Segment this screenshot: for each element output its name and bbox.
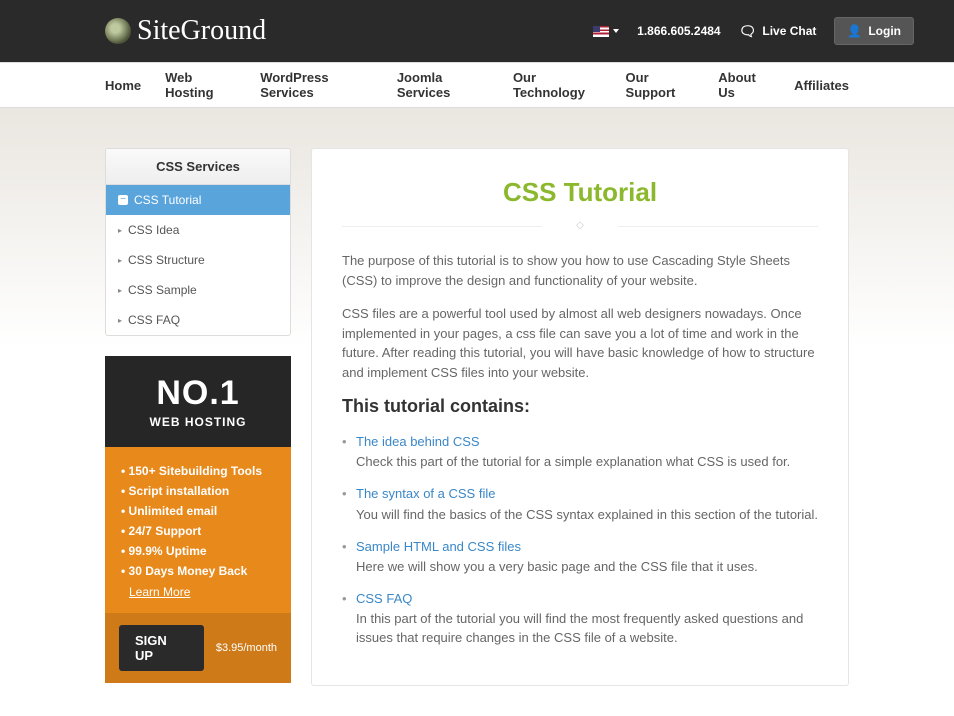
toc-link-idea[interactable]: The idea behind CSS: [356, 434, 480, 449]
divider: ◇: [342, 220, 818, 231]
sidebar-item-css-structure[interactable]: ▸ CSS Structure: [106, 245, 290, 275]
nav-about[interactable]: About Us: [718, 70, 770, 100]
login-button[interactable]: 👤 Login: [834, 17, 914, 45]
promo-box: NO.1 WEB HOSTING 150+ Sitebuilding Tools…: [105, 356, 291, 683]
brand-logo[interactable]: SiteGround: [105, 15, 266, 47]
nav-affiliates[interactable]: Affiliates: [794, 78, 849, 93]
chevron-down-icon: [613, 29, 619, 33]
page-title: CSS Tutorial: [342, 177, 818, 208]
live-chat-link[interactable]: 🗨 Live Chat: [739, 23, 817, 40]
bullet-icon: ▸: [118, 316, 122, 325]
sidebar-item-css-idea[interactable]: ▸ CSS Idea: [106, 215, 290, 245]
sidebar-item-label: CSS Structure: [128, 253, 205, 267]
intro-paragraph: The purpose of this tutorial is to show …: [342, 251, 818, 290]
intro-paragraph: CSS files are a powerful tool used by al…: [342, 304, 818, 382]
promo-feature: 150+ Sitebuilding Tools: [121, 461, 275, 481]
sidebar-item-label: CSS Tutorial: [134, 193, 201, 207]
minus-icon: −: [118, 195, 128, 205]
top-bar: SiteGround 1.866.605.2484 🗨 Live Chat 👤 …: [0, 0, 954, 62]
nav-technology[interactable]: Our Technology: [513, 70, 602, 100]
toc-link-faq[interactable]: CSS FAQ: [356, 591, 412, 606]
toc-item: CSS FAQ In this part of the tutorial you…: [342, 586, 818, 657]
main-nav: Home Web Hosting WordPress Services Joom…: [0, 62, 954, 108]
sidebar-item-css-faq[interactable]: ▸ CSS FAQ: [106, 305, 290, 335]
nav-joomla[interactable]: Joomla Services: [397, 70, 489, 100]
promo-footer: SIGN UP $3.95/month: [105, 613, 291, 683]
learn-more-link[interactable]: Learn More: [129, 585, 190, 599]
promo-feature: 30 Days Money Back: [121, 561, 275, 581]
promo-feature: 24/7 Support: [121, 521, 275, 541]
bullet-icon: ▸: [118, 256, 122, 265]
toc-desc: You will find the basics of the CSS synt…: [356, 506, 818, 524]
chat-label: Live Chat: [762, 24, 816, 38]
promo-feature: Unlimited email: [121, 501, 275, 521]
page-body: CSS Services − CSS Tutorial ▸ CSS Idea ▸…: [0, 108, 954, 716]
toc-item: The idea behind CSS Check this part of t…: [342, 429, 818, 481]
promo-headline: NO.1: [115, 374, 281, 413]
sidebar-item-css-tutorial[interactable]: − CSS Tutorial: [106, 185, 290, 215]
promo-subheadline: WEB HOSTING: [115, 415, 281, 429]
promo-header: NO.1 WEB HOSTING: [105, 356, 291, 447]
toc-item: The syntax of a CSS file You will find t…: [342, 481, 818, 533]
toc-link-syntax[interactable]: The syntax of a CSS file: [356, 486, 495, 501]
sidebar-item-label: CSS FAQ: [128, 313, 180, 327]
promo-feature: 99.9% Uptime: [121, 541, 275, 561]
nav-wordpress[interactable]: WordPress Services: [260, 70, 373, 100]
toc-list: The idea behind CSS Check this part of t…: [342, 429, 818, 657]
sidebar-menu: CSS Services − CSS Tutorial ▸ CSS Idea ▸…: [105, 148, 291, 336]
login-label: Login: [868, 24, 901, 38]
us-flag-icon: [593, 26, 609, 37]
user-icon: 👤: [847, 24, 862, 38]
toc-desc: In this part of the tutorial you will fi…: [356, 610, 818, 646]
promo-price: $3.95/month: [216, 642, 277, 654]
sidebar: CSS Services − CSS Tutorial ▸ CSS Idea ▸…: [105, 148, 291, 683]
signup-button[interactable]: SIGN UP: [119, 625, 204, 671]
brand-name: SiteGround: [137, 15, 266, 47]
top-right: 1.866.605.2484 🗨 Live Chat 👤 Login: [593, 17, 914, 45]
sidebar-item-label: CSS Sample: [128, 283, 197, 297]
phone-number: 1.866.605.2484: [637, 24, 720, 38]
nav-home[interactable]: Home: [105, 78, 141, 93]
chat-icon: 🗨: [739, 23, 757, 40]
locale-selector[interactable]: [593, 26, 619, 37]
sidebar-item-css-sample[interactable]: ▸ CSS Sample: [106, 275, 290, 305]
sidebar-item-label: CSS Idea: [128, 223, 179, 237]
contains-heading: This tutorial contains:: [342, 396, 818, 417]
promo-feature: Script installation: [121, 481, 275, 501]
toc-desc: Check this part of the tutorial for a si…: [356, 453, 818, 471]
toc-desc: Here we will show you a very basic page …: [356, 558, 818, 576]
logo-icon: [105, 18, 131, 44]
sidebar-title: CSS Services: [106, 149, 290, 185]
toc-item: Sample HTML and CSS files Here we will s…: [342, 534, 818, 586]
bullet-icon: ▸: [118, 226, 122, 235]
main-content: CSS Tutorial ◇ The purpose of this tutor…: [311, 148, 849, 686]
nav-web-hosting[interactable]: Web Hosting: [165, 70, 236, 100]
toc-link-sample[interactable]: Sample HTML and CSS files: [356, 539, 521, 554]
nav-support[interactable]: Our Support: [626, 70, 695, 100]
bullet-icon: ▸: [118, 286, 122, 295]
promo-features: 150+ Sitebuilding Tools Script installat…: [105, 447, 291, 613]
